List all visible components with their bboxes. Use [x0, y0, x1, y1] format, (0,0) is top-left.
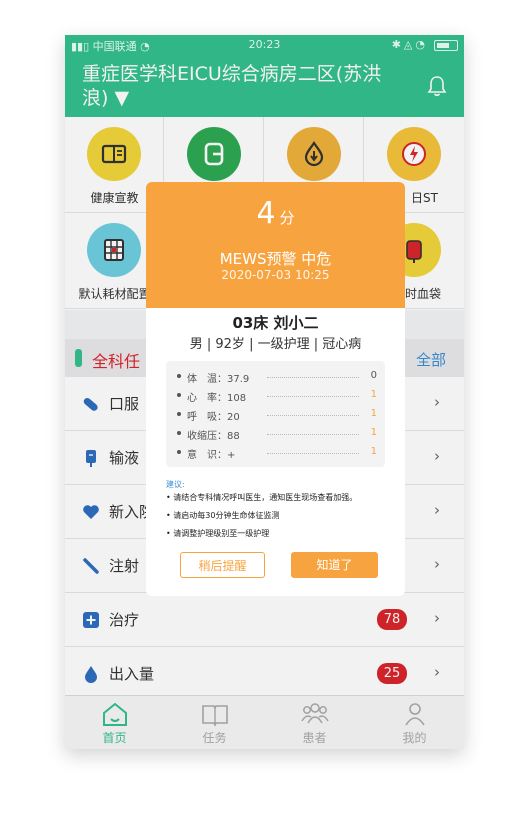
vital-row: 意 识：+ 1 [177, 445, 377, 463]
vital-row: 心 率：108 1 [177, 388, 377, 406]
mews-alert-dialog: 4分 MEWS预警 中危 2020-07-03 10:25 03床 刘小二 男 … [146, 182, 405, 596]
advice-title: 建议: [166, 480, 185, 489]
vitals-panel: 体 温：37.9 0 心 率：108 1 呼 吸：20 1 收缩压：88 1 意 识：+… [166, 361, 385, 467]
vital-row: 收缩压：88 1 [177, 426, 377, 444]
vital-row: 呼 吸：20 1 [177, 407, 377, 425]
alert-datetime: 2020-07-03 10:25 [221, 268, 330, 282]
vital-row: 体 温：37.9 0 [177, 369, 377, 387]
alert-header: 4分 MEWS预警 中危 2020-07-03 10:25 [146, 182, 405, 308]
acknowledge-button[interactable]: 知道了 [291, 552, 378, 578]
advice-item: • 请调整护理级别至一级护理 [166, 529, 270, 538]
remind-later-button[interactable]: 稍后提醒 [180, 552, 265, 578]
patient-name: 03床 刘小二 [232, 314, 319, 332]
mews-score: 4分 [256, 196, 295, 231]
advice-item: • 请结合专科情况呼叫医生，通知医生现场查看加强。 [166, 493, 358, 502]
alert-level: MEWS预警 中危 [219, 250, 332, 268]
patient-info: 男 | 92岁 | 一级护理 | 冠心病 [189, 337, 362, 352]
advice-item: • 请启动每30分钟生命体征监测 [166, 511, 280, 520]
